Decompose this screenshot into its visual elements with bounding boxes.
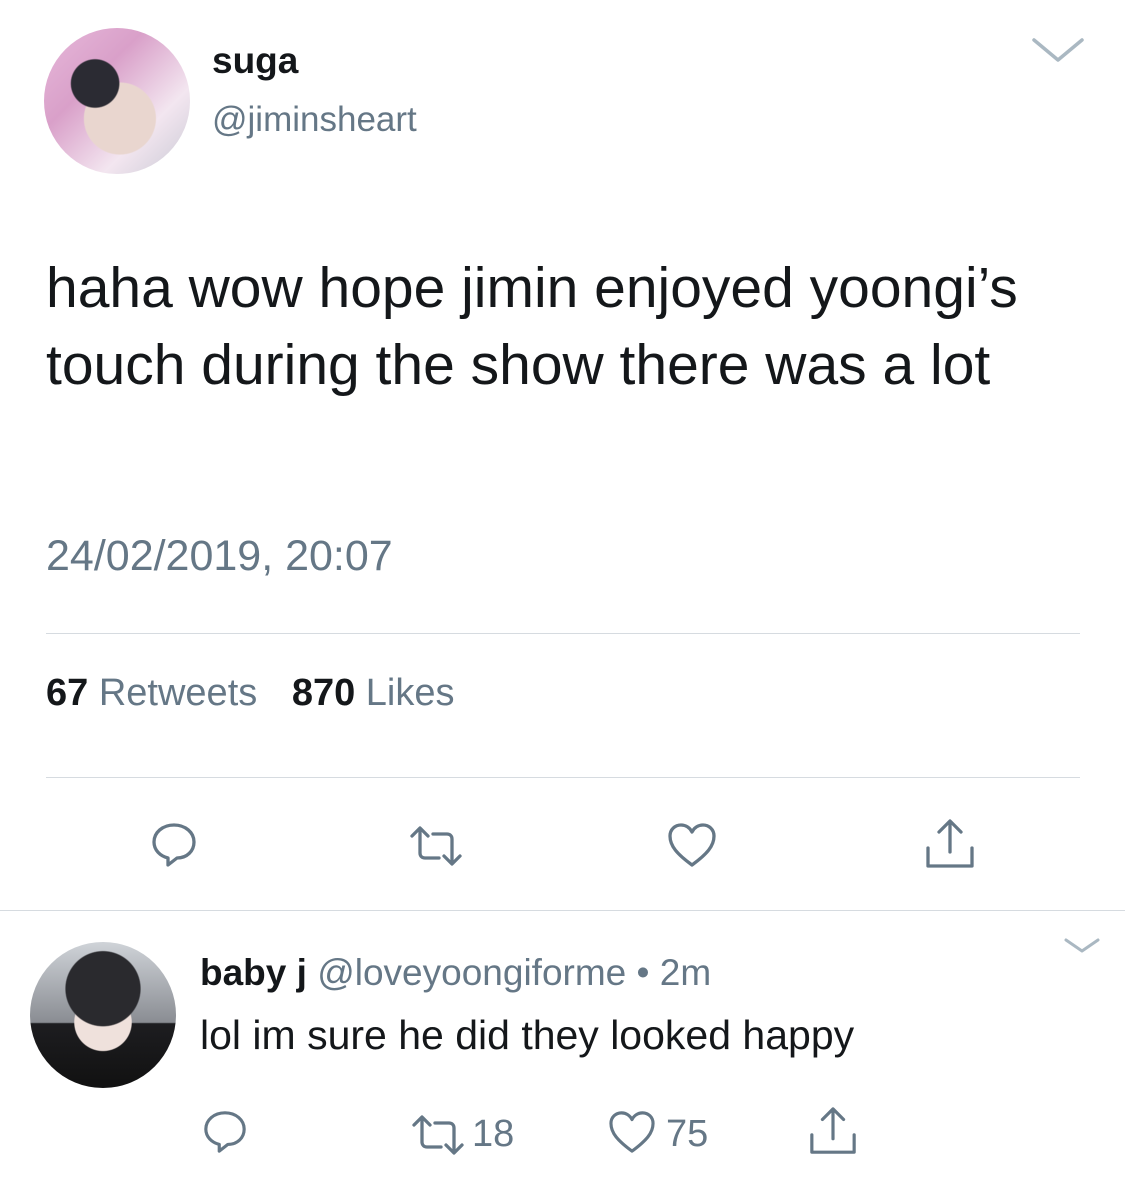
retweet-icon[interactable] [410, 1115, 466, 1155]
chevron-down-icon[interactable] [1030, 34, 1086, 66]
separator-dot: • [636, 952, 650, 993]
retweet-count[interactable]: 67 [46, 672, 88, 714]
divider [0, 910, 1125, 911]
reply-author-name[interactable]: baby j [200, 952, 307, 993]
retweet-label[interactable]: Retweets [99, 672, 257, 714]
tweet-text: haha wow hope jimin enjoyed yoongi’s tou… [46, 256, 1018, 397]
reply-icon[interactable] [150, 820, 198, 868]
tweet-stats: 67 Retweets 870 Likes [46, 672, 455, 715]
heart-icon[interactable] [608, 1110, 656, 1154]
reply-time: 2m [659, 952, 712, 993]
reply-icon[interactable] [202, 1108, 248, 1154]
divider [46, 777, 1080, 778]
retweet-icon[interactable] [408, 826, 464, 866]
reply-author-avatar[interactable] [30, 942, 176, 1088]
like-count[interactable]: 870 [292, 672, 355, 714]
tweet-timestamp: 24/02/2019, 20:07 [46, 532, 393, 580]
like-label[interactable]: Likes [366, 672, 455, 714]
author-avatar[interactable] [44, 28, 190, 174]
reply-header: baby j @loveyoongiforme • 2m [200, 952, 711, 994]
share-icon[interactable] [924, 818, 976, 870]
divider [46, 633, 1080, 634]
author-handle[interactable]: @jiminsheart [212, 100, 417, 140]
heart-icon[interactable] [667, 822, 717, 868]
reply-retweet-count[interactable]: 18 [472, 1113, 514, 1156]
reply-like-count[interactable]: 75 [666, 1113, 708, 1156]
reply-text: lol im sure he did they looked happy [200, 1012, 855, 1058]
chevron-down-icon[interactable] [1062, 936, 1102, 956]
author-name[interactable]: suga [212, 40, 298, 82]
reply-author-handle[interactable]: @loveyoongiforme [317, 952, 626, 993]
share-icon[interactable] [808, 1106, 858, 1156]
